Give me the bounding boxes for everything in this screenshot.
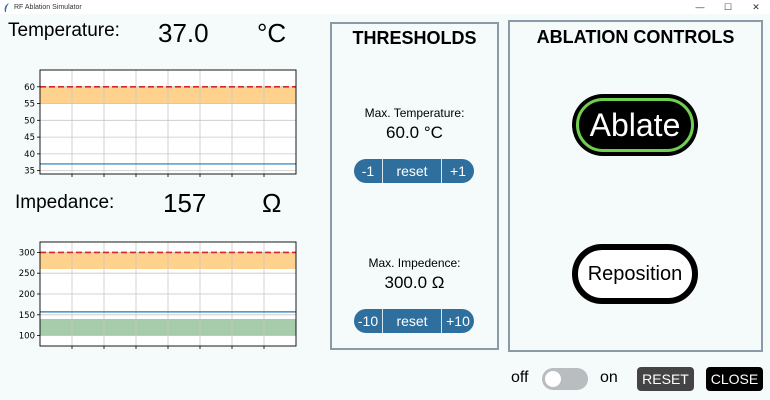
impedance-unit: Ω — [262, 188, 282, 218]
impedance-stepper: -10 reset +10 — [354, 309, 474, 333]
app-feather-icon — [4, 2, 9, 12]
close-button[interactable]: CLOSE — [706, 367, 763, 391]
max-impedance-value: 300.0 Ω — [384, 273, 445, 292]
imp-reset-button[interactable]: reset — [382, 309, 442, 333]
impedance-chart-y-tick-label: 100 — [19, 332, 35, 342]
temperature-value: 37.0 — [158, 18, 209, 48]
maximize-button[interactable]: ☐ — [714, 0, 742, 14]
thresholds-panel: THRESHOLDS Max. Temperature: 60.0 °C -1 … — [330, 22, 499, 350]
ablate-label: Ablate — [589, 106, 681, 143]
impedance-chart-y-tick-label: 150 — [19, 311, 35, 321]
main-window: Temperature: 37.0 °C 35 40 45 50 55 60 Impeda… — [0, 14, 770, 400]
temp-reset-button[interactable]: reset — [382, 159, 442, 183]
temp-decrement-button[interactable]: -1 — [354, 159, 382, 183]
reset-button[interactable]: RESET — [637, 367, 694, 391]
impedance-chart-y-tick-label: 300 — [19, 248, 35, 258]
ablate-button[interactable]: Ablate — [572, 94, 698, 156]
imp-decrement-button[interactable]: -10 — [354, 309, 382, 333]
temperature-chart-y-tick-label: 60 — [24, 83, 35, 93]
temperature-chart: 35 40 45 50 55 60 — [24, 69, 297, 177]
temperature-chart-y-tick-label: 40 — [24, 150, 35, 160]
thresholds-title: THRESHOLDS — [352, 28, 477, 48]
max-temperature-label: Max. Temperature: — [364, 106, 465, 120]
temperature-label: Temperature: — [8, 20, 120, 41]
temperature-chart-y-tick-label: 45 — [24, 133, 35, 143]
impedance-label: Impedance: — [15, 192, 115, 213]
max-temperature-value: 60.0 °C — [386, 123, 443, 142]
temperature-chart-y-tick-label: 50 — [24, 116, 35, 126]
temperature-stepper: -1 reset +1 — [354, 159, 474, 183]
impedance-value: 157 — [163, 188, 207, 218]
impedance-chart: 100 150 200 250 300 — [19, 241, 297, 349]
window-title: RF Ablation Simulator — [14, 3, 82, 11]
impedance-chart-y-tick-label: 200 — [19, 290, 35, 300]
power-toggle[interactable] — [542, 368, 588, 390]
toggle-on-label: on — [600, 369, 618, 386]
ablation-controls-title: ABLATION CONTROLS — [536, 27, 735, 47]
ablation-controls-panel: ABLATION CONTROLS Ablate Reposition — [508, 20, 763, 352]
temperature-chart-y-tick-label: 35 — [24, 167, 35, 177]
reposition-button[interactable]: Reposition — [572, 244, 698, 304]
temperature-unit: °C — [257, 18, 287, 48]
close-window-button[interactable]: ✕ — [742, 0, 770, 14]
temp-increment-button[interactable]: +1 — [442, 159, 474, 183]
temperature-chart-y-tick-label: 55 — [24, 100, 35, 110]
impedance-chart-y-tick-label: 250 — [19, 269, 35, 279]
title-bar: RF Ablation Simulator — ☐ ✕ — [0, 0, 770, 14]
toggle-off-label: off — [511, 369, 529, 386]
toggle-knob — [545, 371, 561, 387]
max-impedance-label: Max. Impedence: — [368, 256, 461, 270]
reposition-label: Reposition — [587, 262, 683, 285]
minimize-button[interactable]: — — [686, 0, 714, 14]
imp-increment-button[interactable]: +10 — [442, 309, 474, 333]
